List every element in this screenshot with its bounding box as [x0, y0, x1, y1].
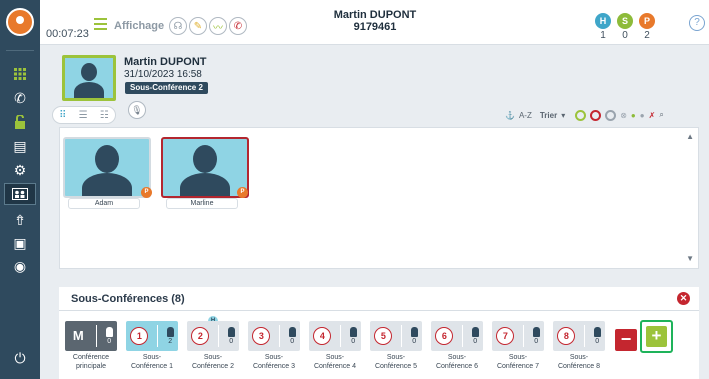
tile-label: Sous- Conférence 6 — [435, 354, 479, 370]
participants-panel: P Adam P Marline ▲ ▼ — [59, 127, 699, 269]
list-view-icon[interactable]: ☰ — [79, 110, 88, 121]
tile-label: Sous- Conférence 7 — [496, 354, 540, 370]
participant-toolbar: ⚓ A-Z Trier ▾ ⊗ ● ● ✗ ⌕ — [505, 107, 664, 123]
tile-label: Sous- Conférence 8 — [557, 354, 601, 370]
headset-icon[interactable]: ☊ — [169, 17, 187, 35]
filter-cross-icon[interactable]: ⊗ — [620, 111, 627, 120]
conference-badge: Sous-Conférence 2 — [125, 82, 208, 94]
top-bar: 00:07:23 Affichage ☊ ✎ 〰 ✆ Martin DUPONT… — [40, 0, 709, 45]
profile-name: Martin DUPONT — [124, 56, 207, 68]
stat-count: 0 — [622, 30, 628, 41]
record-icon[interactable]: ◉ — [8, 256, 32, 276]
pencil-icon[interactable]: ✎ — [189, 17, 207, 35]
stat-count: 1 — [600, 30, 606, 41]
participant-card[interactable] — [63, 137, 151, 198]
tile-label: Sous- Conférence 4 — [313, 354, 357, 370]
participant-name: Marline — [166, 198, 238, 209]
participant-count: 0 — [105, 327, 113, 345]
filter-s-icon[interactable]: ● — [631, 111, 636, 120]
sidebar: ✆ ▤ ⚙ ⇮ ▣ ◉ ⏻ — [0, 0, 40, 379]
power-icon[interactable]: ⏻ — [8, 348, 32, 368]
scroll-up-icon[interactable]: ▲ — [686, 132, 694, 141]
subconference-tile-4[interactable]: 4 0 — [309, 321, 361, 351]
subconference-tile-3[interactable]: 3 0 — [248, 321, 300, 351]
help-icon[interactable]: ? — [689, 15, 705, 31]
phone-icon[interactable]: ✆ — [8, 88, 32, 108]
anchor-icon[interactable]: ⚓ — [505, 111, 515, 120]
view-switcher: ⠿ ☰ ☷ — [52, 106, 116, 124]
scroll-down-icon[interactable]: ▼ — [686, 254, 694, 263]
participant-name: Adam — [68, 198, 140, 209]
grid-view-icon[interactable]: ⠿ — [59, 110, 66, 121]
divider — [6, 50, 34, 51]
tile-label: Sous- Conférence 3 — [252, 354, 296, 370]
display-menu[interactable]: Affichage — [114, 20, 164, 32]
profile-datetime: 31/10/2023 16:58 — [124, 69, 202, 80]
filter-p-icon[interactable]: ● — [640, 111, 645, 120]
p-badge: P — [141, 187, 152, 198]
detail-view-icon[interactable]: ☷ — [100, 110, 109, 121]
avatar — [62, 55, 116, 101]
tile-label: Sous- Conférence 1 — [130, 354, 174, 370]
video-icon[interactable]: ▣ — [8, 233, 32, 253]
main-conference-tile[interactable]: M 0 — [65, 321, 117, 351]
conference-icon[interactable] — [4, 183, 36, 205]
participant-card-selected[interactable] — [161, 137, 249, 198]
chevron-down-icon[interactable]: ▾ — [561, 111, 565, 120]
h-badge: H — [595, 13, 611, 29]
tile-label: Sous- Conférence 2 — [191, 354, 235, 370]
subconference-tile-1[interactable]: 1 2 — [126, 321, 178, 351]
subconference-tile-8[interactable]: 8 0 — [553, 321, 605, 351]
remove-subconference-button[interactable]: − — [615, 329, 637, 351]
filter-grey-icon[interactable] — [605, 109, 617, 121]
unlock-icon[interactable] — [8, 112, 32, 132]
list-icon[interactable]: ▤ — [8, 136, 32, 156]
p-badge: P — [237, 187, 248, 198]
add-subconference-button[interactable]: + — [646, 326, 667, 347]
tile-label: Sous- Conférence 5 — [374, 354, 418, 370]
sort-az-button[interactable]: A-Z — [519, 111, 532, 120]
stat-h[interactable]: H 1 — [595, 13, 611, 41]
dialpad-icon[interactable] — [8, 64, 32, 84]
subconference-tile-6[interactable]: 6 0 — [431, 321, 483, 351]
stat-p[interactable]: P 2 — [639, 13, 655, 41]
search-icon[interactable]: ⌕ — [659, 110, 663, 120]
call-timer: 00:07:23 — [46, 28, 89, 40]
subconferences-list: M 0 Conférence principale 1 2 Sous- Confér… — [59, 311, 699, 379]
mute-icon[interactable]: ✗ — [649, 111, 656, 120]
close-icon[interactable]: ✕ — [677, 292, 690, 305]
tile-label: Conférence principale — [72, 354, 110, 370]
transfer-icon[interactable]: ⇮ — [8, 210, 32, 230]
microphone-icon[interactable]: 🎙 — [128, 101, 146, 119]
filter-red-icon[interactable] — [590, 109, 602, 121]
subconference-tile-7[interactable]: 7 0 — [492, 321, 544, 351]
caller-name: Martin DUPONT — [333, 9, 417, 21]
pulse-icon[interactable]: 〰 — [209, 17, 227, 35]
s-badge: S — [617, 13, 633, 29]
caller-number: 9179461 — [353, 21, 397, 33]
stat-s[interactable]: S 0 — [617, 13, 633, 41]
sort-dropdown[interactable]: Trier — [540, 111, 557, 120]
menu-icon[interactable] — [94, 18, 107, 30]
logo-icon — [6, 8, 34, 36]
gear-icon[interactable]: ⚙ — [8, 160, 32, 180]
filter-green-icon[interactable] — [575, 109, 587, 121]
main-conference-letter: M — [72, 328, 84, 343]
subconference-tile-2[interactable]: 2 0 — [187, 321, 239, 351]
subconferences-header: Sous-Conférences (8) ✕ — [59, 287, 699, 311]
hangup-icon[interactable]: ✆ — [229, 17, 247, 35]
p-badge: P — [639, 13, 655, 29]
subconferences-title: Sous-Conférences (8) — [71, 293, 185, 305]
subconference-tile-5[interactable]: 5 0 — [370, 321, 422, 351]
stat-count: 2 — [644, 30, 650, 41]
add-subconference-highlight: + — [640, 320, 673, 353]
